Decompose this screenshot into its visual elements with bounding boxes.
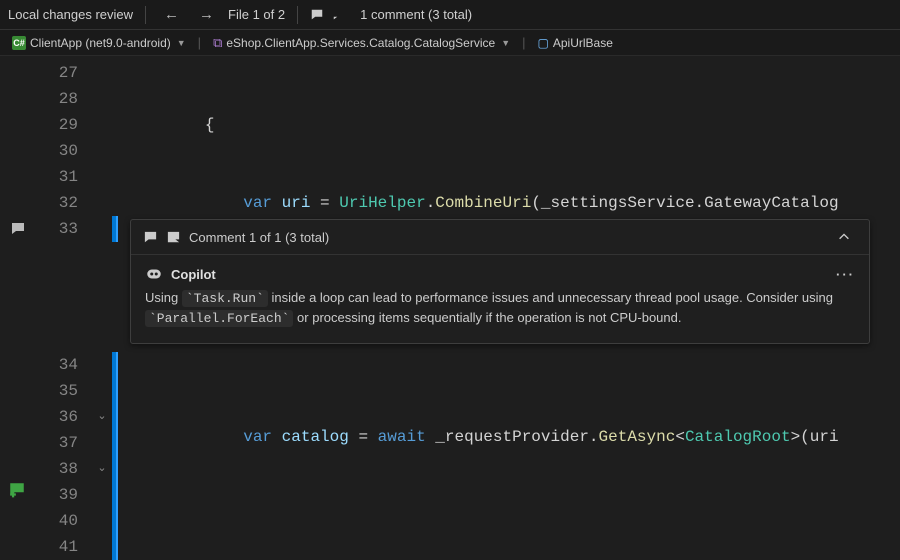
comment-author: Copilot xyxy=(171,267,216,282)
review-toolbar: Local changes review ← → File 1 of 2 1 c… xyxy=(0,0,900,30)
next-change-button[interactable]: → xyxy=(193,4,220,25)
breadcrumb-bar: C# ClientApp (net9.0-android) ▼ | ⧉ eSho… xyxy=(0,30,900,56)
comment-body: Copilot ··· Using `Task.Run` inside a lo… xyxy=(131,255,869,343)
comment-panel-counter: Comment 1 of 1 (3 total) xyxy=(189,230,329,245)
chevron-down-icon: ▼ xyxy=(177,38,186,48)
review-title: Local changes review xyxy=(8,7,133,22)
next-comment-icon[interactable] xyxy=(332,7,346,23)
prev-comment-icon[interactable] xyxy=(310,7,324,23)
breadcrumb-project[interactable]: C# ClientApp (net9.0-android) ▼ xyxy=(6,34,192,52)
breadcrumb-separator: | xyxy=(522,35,525,50)
breadcrumb-member-label: ApiUrlBase xyxy=(553,36,613,50)
inline-comment-panel: Comment 1 of 1 (3 total) Copilot ··· Usi… xyxy=(130,219,870,344)
comment-text: Using `Task.Run` inside a loop can lead … xyxy=(145,289,855,329)
copilot-icon xyxy=(145,265,163,283)
toolbar-separator xyxy=(145,6,146,24)
breadcrumb-project-label: ClientApp (net9.0-android) xyxy=(30,36,171,50)
prev-comment-button[interactable] xyxy=(143,230,158,245)
file-counter: File 1 of 2 xyxy=(228,7,285,22)
class-icon: ⧉ xyxy=(213,36,222,49)
line-numbers: 27 28 29 30 31 32 33 34 35 36 37 38 39 4… xyxy=(36,56,92,503)
next-comment-button[interactable] xyxy=(166,230,181,245)
chevron-down-icon: ▼ xyxy=(501,38,510,48)
folding-column: ⌄ ⌄ xyxy=(92,56,112,503)
glyph-margin xyxy=(0,56,36,503)
fold-toggle[interactable]: ⌄ xyxy=(92,456,112,482)
comment-panel-header: Comment 1 of 1 (3 total) xyxy=(131,220,869,255)
breadcrumb-class-label: eShop.ClientApp.Services.Catalog.Catalog… xyxy=(226,36,495,50)
add-comment-button[interactable] xyxy=(8,481,26,499)
comment-glyph-row[interactable] xyxy=(0,216,36,242)
prev-change-button[interactable]: ← xyxy=(158,4,185,25)
field-icon: ▢ xyxy=(538,36,549,50)
fold-toggle[interactable]: ⌄ xyxy=(92,404,112,430)
comment-thread-icon xyxy=(10,221,26,237)
comment-more-button[interactable]: ··· xyxy=(836,267,855,282)
comment-summary: 1 comment (3 total) xyxy=(360,7,472,22)
collapse-comment-button[interactable] xyxy=(831,228,857,246)
breadcrumb-separator: | xyxy=(198,35,201,50)
toolbar-separator xyxy=(297,6,298,24)
breadcrumb-member[interactable]: ▢ ApiUrlBase xyxy=(532,34,619,52)
breadcrumb-class[interactable]: ⧉ eShop.ClientApp.Services.Catalog.Catal… xyxy=(207,34,516,52)
csharp-icon: C# xyxy=(12,36,26,50)
add-comment-icon xyxy=(8,481,26,499)
